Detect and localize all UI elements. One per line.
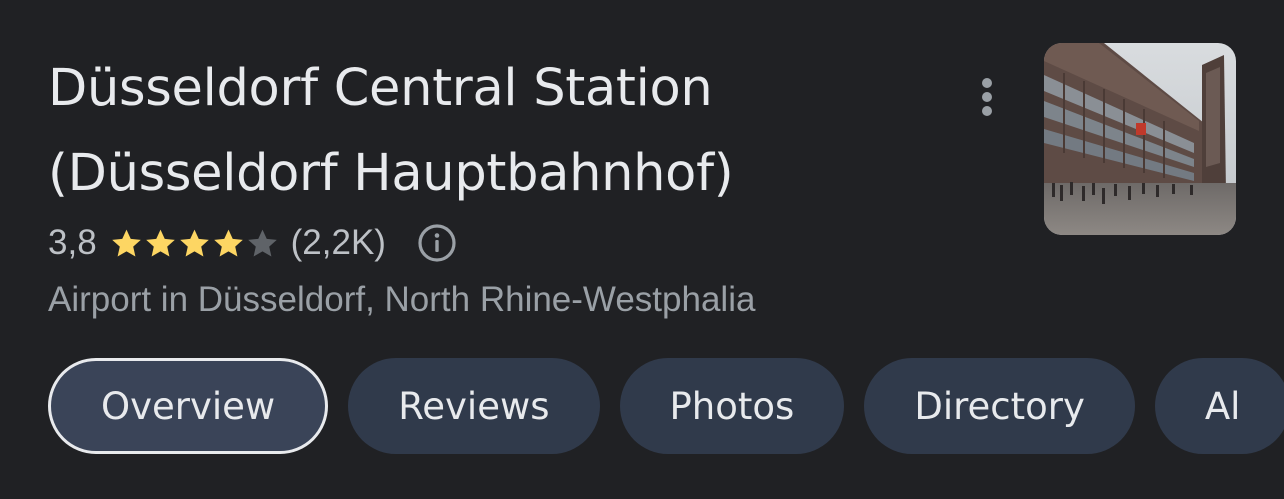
tab-reviews[interactable]: Reviews xyxy=(348,358,600,454)
place-title: Düsseldorf Central Station (Düsseldorf H… xyxy=(48,46,948,216)
tab-overview[interactable]: Overview xyxy=(48,358,329,454)
rating-value: 3,8 xyxy=(48,223,97,262)
place-thumbnail[interactable] xyxy=(1044,43,1236,235)
tab-photos[interactable]: Photos xyxy=(619,358,845,454)
place-card: Düsseldorf Central Station (Düsseldorf H… xyxy=(0,0,1284,499)
info-icon xyxy=(418,224,456,262)
place-title-line-2: (Düsseldorf Hauptbahnhof) xyxy=(48,144,734,203)
more-options-button[interactable] xyxy=(962,72,1012,122)
star-icon xyxy=(145,229,175,256)
place-category: Airport in Düsseldorf, North Rhine-Westp… xyxy=(48,280,756,319)
tab-directory[interactable]: Directory xyxy=(864,358,1135,454)
tab-about[interactable]: Al xyxy=(1154,358,1284,454)
star-icon xyxy=(111,229,141,256)
tab-bar: Overview Reviews Photos Directory Al xyxy=(48,358,1284,454)
rating-info-button[interactable] xyxy=(416,222,458,264)
place-title-line-1: Düsseldorf Central Station xyxy=(48,59,713,118)
more-vert-icon xyxy=(982,78,992,116)
rating-stars xyxy=(109,226,279,261)
star-icon xyxy=(247,229,277,256)
star-icon xyxy=(179,229,209,256)
rating-row: 3,8 (2,2K) xyxy=(48,218,458,268)
star-icon xyxy=(213,229,243,256)
station-photo-image xyxy=(1044,43,1236,235)
review-count[interactable]: (2,2K) xyxy=(291,223,386,263)
